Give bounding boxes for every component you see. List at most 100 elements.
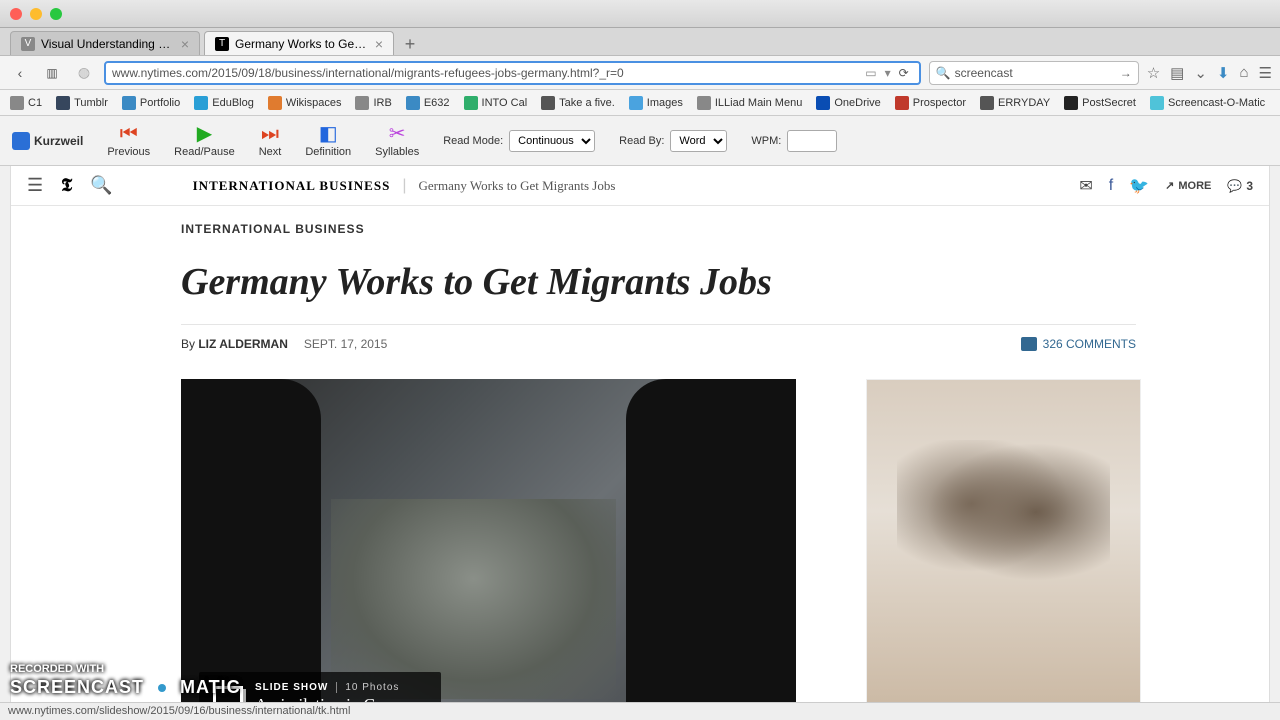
bookmark-item[interactable]: Tumblr bbox=[56, 96, 108, 110]
bookmarks-bar: C1 Tumblr Portfolio EduBlog Wikispaces IRB E63… bbox=[0, 90, 1280, 116]
email-icon[interactable]: ✉ bbox=[1079, 176, 1092, 196]
kz-button-icon: ✂ bbox=[389, 124, 406, 144]
search-box[interactable]: 🔍 screencast → bbox=[929, 61, 1139, 85]
bookmark-icon bbox=[406, 96, 420, 110]
tab-nytimes-article[interactable]: T Germany Works to Get Mig... × bbox=[204, 31, 394, 55]
bookmark-icon bbox=[980, 96, 994, 110]
back-button[interactable]: ‹ bbox=[8, 61, 32, 85]
read-by-field: Read By: Word bbox=[619, 130, 727, 152]
watermark-logo-icon bbox=[150, 676, 174, 700]
status-text: www.nytimes.com/slideshow/2015/09/16/bus… bbox=[8, 705, 350, 717]
sections-menu-icon[interactable]: ☰ bbox=[27, 175, 43, 196]
bookmark-item[interactable]: Prospector bbox=[895, 96, 966, 110]
bookmark-item[interactable]: PostSecret bbox=[1064, 96, 1136, 110]
wpm-input[interactable] bbox=[787, 130, 837, 152]
bookmark-icon bbox=[194, 96, 208, 110]
bookmark-label: ILLiad Main Menu bbox=[715, 97, 802, 109]
menu-icon[interactable]: ☰ bbox=[1259, 64, 1272, 82]
bookmark-item[interactable]: IRB bbox=[355, 96, 391, 110]
slideshow-title: Assimilation in Germany bbox=[255, 695, 427, 702]
bookmark-item[interactable]: EduBlog bbox=[194, 96, 254, 110]
bookmark-item[interactable]: E632 bbox=[406, 96, 450, 110]
bookmark-item[interactable]: C1 bbox=[10, 96, 42, 110]
favicon-icon: V bbox=[21, 37, 35, 51]
share-icon: ↗ bbox=[1165, 179, 1174, 192]
kurzweil-toolbar: Kurzweil ⏮Previous ▶Read/Pause ⏭Next ◧ Defin… bbox=[0, 116, 1280, 166]
twitter-icon[interactable]: 🐦 bbox=[1129, 176, 1149, 196]
close-icon[interactable]: × bbox=[181, 36, 189, 52]
tab-visual-understanding[interactable]: V Visual Understanding Envir... × bbox=[10, 31, 200, 55]
comments-link[interactable]: 326 COMMENTS bbox=[1021, 337, 1136, 351]
bookmark-icon bbox=[355, 96, 369, 110]
search-value: screencast bbox=[955, 66, 1013, 80]
window-close-button[interactable] bbox=[10, 8, 22, 20]
sidebar-ad[interactable]: ▷✕ HELIX SLEEP bbox=[866, 379, 1141, 702]
pocket-icon[interactable]: ⌄ bbox=[1194, 64, 1207, 82]
dropdown-icon[interactable]: ▾ bbox=[881, 66, 895, 80]
kz-button-label: Definition bbox=[305, 146, 351, 158]
kurzweil-logo[interactable]: Kurzweil bbox=[12, 132, 83, 150]
reload-icon[interactable]: ⟳ bbox=[895, 66, 913, 80]
kz-button-label: Read/Pause bbox=[174, 146, 235, 158]
bookmark-item[interactable]: ILLiad Main Menu bbox=[697, 96, 802, 110]
bookmark-icon bbox=[1064, 96, 1078, 110]
bookmark-item[interactable]: Screencast-O-Matic bbox=[1150, 96, 1265, 110]
star-icon[interactable]: ☆ bbox=[1147, 64, 1160, 82]
read-by-select[interactable]: Word bbox=[670, 130, 727, 152]
kz-readpause-button[interactable]: ▶Read/Pause bbox=[174, 124, 235, 158]
watermark-line1: RECORDED WITH bbox=[10, 663, 241, 676]
reader-mode-icon[interactable]: ▭ bbox=[861, 66, 880, 80]
bookmark-item[interactable]: Take a five. bbox=[541, 96, 615, 110]
kz-button-icon: ◧ bbox=[319, 124, 338, 144]
facebook-icon[interactable]: f bbox=[1109, 177, 1113, 195]
bookmark-item[interactable]: Portfolio bbox=[122, 96, 180, 110]
search-icon[interactable]: 🔍 bbox=[90, 175, 112, 196]
search-icon: 🔍 bbox=[936, 66, 951, 80]
author-name[interactable]: LIZ ALDERMAN bbox=[198, 337, 288, 351]
comments-button[interactable]: 💬3 bbox=[1227, 179, 1253, 193]
kz-previous-button[interactable]: ⏮Previous bbox=[107, 124, 150, 158]
kz-syllables-button[interactable]: ✂Syllables bbox=[375, 124, 419, 158]
byline: By LIZ ALDERMAN bbox=[181, 337, 288, 351]
bookmark-label: Take a five. bbox=[559, 97, 615, 109]
address-bar[interactable]: www.nytimes.com/2015/09/18/business/inte… bbox=[104, 61, 921, 85]
bookmark-icon bbox=[541, 96, 555, 110]
kz-button-label: Previous bbox=[107, 146, 150, 158]
bookmark-icon bbox=[816, 96, 830, 110]
more-share-button[interactable]: ↗MORE bbox=[1165, 179, 1211, 192]
lead-image[interactable]: SLIDE SHOW10 Photos Assimilation in Germ… bbox=[181, 379, 796, 702]
bookmark-item[interactable]: Wikispaces bbox=[268, 96, 342, 110]
home-icon[interactable]: ⌂ bbox=[1239, 64, 1248, 82]
tab-strip: V Visual Understanding Envir... × T Germ… bbox=[0, 28, 1280, 56]
publish-date: SEPT. 17, 2015 bbox=[304, 337, 387, 351]
kicker[interactable]: INTERNATIONAL BUSINESS bbox=[181, 222, 1269, 236]
bookmark-item[interactable]: OneDrive bbox=[816, 96, 880, 110]
bookmark-icon bbox=[629, 96, 643, 110]
kz-definition-button[interactable]: ◧ Definition bbox=[305, 124, 351, 158]
kz-button-icon: ⏭ bbox=[261, 124, 279, 144]
downloads-icon[interactable]: ⬇ bbox=[1217, 64, 1230, 82]
bookmark-item[interactable]: ERRYDAY bbox=[980, 96, 1050, 110]
close-icon[interactable]: × bbox=[375, 36, 383, 52]
go-icon[interactable]: → bbox=[1120, 66, 1132, 80]
page-info-icon[interactable]: ▥ bbox=[40, 61, 64, 85]
bookmark-label: Prospector bbox=[913, 97, 966, 109]
navigation-toolbar: ‹ ▥ ◍ www.nytimes.com/2015/09/18/busines… bbox=[0, 56, 1280, 90]
bookmark-label: PostSecret bbox=[1082, 97, 1136, 109]
bookmark-label: INTO Cal bbox=[482, 97, 528, 109]
library-icon[interactable]: ▤ bbox=[1170, 64, 1184, 82]
photo-scene bbox=[181, 379, 796, 702]
headline: Germany Works to Get Migrants Jobs bbox=[181, 260, 1269, 304]
nyt-logo-icon[interactable]: 𝕿 bbox=[61, 175, 72, 196]
bookmark-item[interactable]: Images bbox=[629, 96, 683, 110]
new-tab-button[interactable]: + bbox=[398, 34, 422, 55]
comment-icon: 💬 bbox=[1227, 179, 1242, 193]
tab-title: Germany Works to Get Mig... bbox=[235, 37, 369, 51]
window-zoom-button[interactable] bbox=[50, 8, 62, 20]
bookmark-item[interactable]: INTO Cal bbox=[464, 96, 528, 110]
bookmark-label: Wikispaces bbox=[286, 97, 342, 109]
kz-next-button[interactable]: ⏭Next bbox=[259, 124, 282, 158]
section-name[interactable]: INTERNATIONAL BUSINESS bbox=[193, 178, 391, 194]
read-mode-select[interactable]: Continuous bbox=[509, 130, 595, 152]
window-minimize-button[interactable] bbox=[30, 8, 42, 20]
